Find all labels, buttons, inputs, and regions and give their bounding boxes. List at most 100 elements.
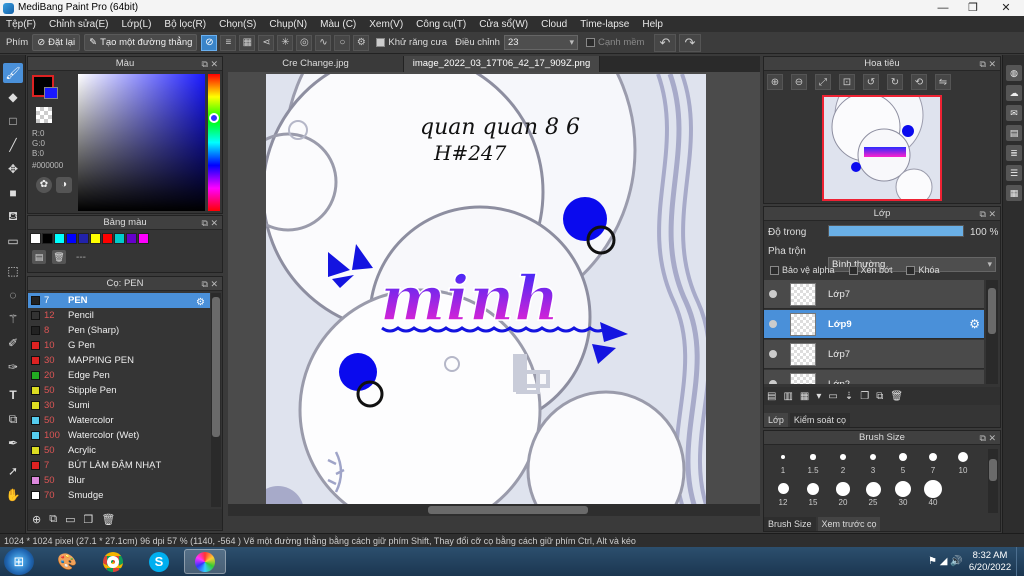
- brush-item[interactable]: 20 Edge Pen: [28, 368, 210, 383]
- brush-size-preset[interactable]: 7: [918, 449, 948, 477]
- grid-ruler-button[interactable]: ▦: [239, 34, 256, 51]
- tab-brush-size[interactable]: Brush Size: [764, 517, 816, 531]
- brush-size-preset[interactable]: 1.5: [798, 449, 828, 477]
- eyedropper-tool[interactable]: ✒: [3, 433, 23, 453]
- palette-swatch[interactable]: [30, 233, 41, 244]
- add-layer-dropdown-icon[interactable]: ▾: [816, 391, 821, 402]
- tab-layer[interactable]: Lớp: [764, 413, 788, 427]
- zoom-in-button[interactable]: ⊕: [767, 74, 783, 90]
- line-tool[interactable]: ╱: [3, 135, 23, 155]
- new-8bit-layer-icon[interactable]: ▦: [800, 391, 809, 402]
- undo-button[interactable]: ↶: [654, 34, 676, 52]
- menu-view[interactable]: Xem(V): [369, 19, 403, 30]
- select-eraser-tool[interactable]: ✑: [3, 357, 23, 377]
- canvas-area[interactable]: quan quan 8 6 H#247 minh: [228, 72, 760, 516]
- minimize-button[interactable]: —: [930, 1, 956, 15]
- reset-rotation-button[interactable]: ⟲: [911, 74, 927, 90]
- brush-item[interactable]: 12 Pencil: [28, 308, 210, 323]
- magic-wand-tool[interactable]: ⚚: [3, 309, 23, 329]
- brush-size-preset[interactable]: 12: [768, 481, 798, 509]
- brush-size-preset[interactable]: 1: [768, 449, 798, 477]
- lasso-tool[interactable]: ◌: [3, 285, 23, 305]
- layer-settings-icon[interactable]: ⚙: [969, 317, 980, 331]
- move-tool[interactable]: ✥: [3, 159, 23, 179]
- menu-window[interactable]: Cửa sổ(W): [479, 19, 528, 30]
- ruler-settings-button[interactable]: ⚙: [353, 34, 370, 51]
- palette-swatch[interactable]: [114, 233, 125, 244]
- delete-layer-icon[interactable]: 🗑: [890, 391, 903, 402]
- brush-item[interactable]: 8 Pen (Sharp): [28, 323, 210, 338]
- brush-size-preset[interactable]: 30: [888, 480, 918, 509]
- delete-color-button[interactable]: 🗑: [52, 250, 66, 264]
- hue-slider-handle[interactable]: [209, 113, 219, 123]
- straight-line-button[interactable]: ✎ Tạo một đường thẳng: [84, 34, 198, 51]
- taskbar-paint-app[interactable]: 🎨: [46, 549, 88, 574]
- brush-item[interactable]: 50 Stipple Pen: [28, 383, 210, 398]
- shape-fill-tool[interactable]: ■: [3, 183, 23, 203]
- brush-item[interactable]: 50 Watercolor: [28, 413, 210, 428]
- tab-brush-control[interactable]: Kiểm soát cọ: [789, 413, 850, 427]
- layer-row[interactable]: Lớp7: [764, 340, 984, 369]
- transparent-swatch[interactable]: [36, 107, 52, 123]
- eye-icon[interactable]: [769, 290, 777, 298]
- brush-list-scroll-thumb[interactable]: [212, 297, 220, 437]
- brush-tool[interactable]: 🖌: [3, 63, 23, 83]
- web-icon[interactable]: ◍: [1006, 65, 1022, 81]
- tab-image-png[interactable]: image_2022_03_17T06_42_17_909Z.png: [404, 56, 600, 72]
- concentric-ruler-button[interactable]: ◎: [296, 34, 313, 51]
- layer-icon[interactable]: ≣: [1006, 145, 1022, 161]
- clipping-checkbox[interactable]: [848, 265, 858, 275]
- canvas-h-scroll-thumb[interactable]: [428, 506, 588, 514]
- brush-size-scroll-thumb[interactable]: [989, 459, 997, 481]
- gradient-tool[interactable]: ▭: [3, 231, 23, 251]
- lock-checkbox[interactable]: [906, 265, 916, 275]
- brush-size-preset[interactable]: 2: [828, 449, 858, 477]
- menu-tools[interactable]: Công cụ(T): [416, 19, 466, 30]
- brush-item[interactable]: 50 Acrylic: [28, 443, 210, 458]
- palette-swatch[interactable]: [78, 233, 89, 244]
- taskbar-skype-app[interactable]: S: [138, 549, 180, 574]
- layer-row[interactable]: Lớp7: [764, 280, 984, 309]
- brush-add-icon[interactable]: ⊕: [32, 513, 41, 526]
- perspective-ruler-button[interactable]: ⋖: [258, 34, 275, 51]
- curve-ruler-button[interactable]: ∿: [315, 34, 332, 51]
- secondary-color-swatch[interactable]: [44, 87, 58, 99]
- menu-select[interactable]: Chọn(S): [219, 19, 256, 30]
- redo-button[interactable]: ↷: [679, 34, 701, 52]
- parallel-ruler-button[interactable]: ≡: [220, 34, 237, 51]
- menu-file[interactable]: Tệp(F): [6, 19, 36, 30]
- start-button[interactable]: ⊞: [4, 548, 34, 575]
- brush-copy-icon[interactable]: ⧉: [49, 513, 57, 526]
- merge-down-icon[interactable]: ⇣: [845, 391, 853, 402]
- smooth-edge-checkbox[interactable]: [585, 38, 595, 47]
- palette-swatch[interactable]: [102, 233, 113, 244]
- new-layer-icon[interactable]: ▤: [767, 391, 776, 402]
- hand-tool[interactable]: ✋: [3, 485, 23, 505]
- protect-alpha-checkbox[interactable]: [770, 265, 779, 275]
- taskbar-medibang-app[interactable]: [184, 549, 226, 574]
- eraser-tool[interactable]: ◆: [3, 87, 23, 107]
- menu-filter[interactable]: Bộ lọc(R): [164, 19, 206, 30]
- layer-list-scroll-thumb[interactable]: [988, 288, 996, 334]
- menu-cloud[interactable]: Cloud: [541, 19, 567, 30]
- palette-swatch[interactable]: [126, 233, 137, 244]
- flip-button[interactable]: ⇋: [935, 74, 951, 90]
- new-folder-icon[interactable]: ▭: [828, 391, 837, 402]
- palette-swatch[interactable]: [90, 233, 101, 244]
- menu-layer[interactable]: Lớp(L): [122, 19, 152, 30]
- layer-row[interactable]: Lớp9 ⚙: [764, 310, 984, 339]
- taskbar-chrome-app[interactable]: [92, 549, 134, 574]
- panel-menu-icon[interactable]: ⧉ ✕: [202, 216, 218, 230]
- panel-menu-icon[interactable]: ⧉ ✕: [980, 431, 996, 445]
- tray-icons[interactable]: ⚑ ◢ 🔊: [928, 556, 963, 567]
- palette-swatch[interactable]: [54, 233, 65, 244]
- brush-size-preset[interactable]: 10: [948, 449, 978, 477]
- hue-slider[interactable]: [208, 74, 220, 211]
- new-halftone-layer-icon[interactable]: ▥: [783, 391, 792, 402]
- brush-item[interactable]: 30 Sumi: [28, 398, 210, 413]
- eye-icon[interactable]: [769, 320, 777, 328]
- saturation-value-picker[interactable]: [78, 74, 205, 211]
- eye-icon[interactable]: [769, 350, 777, 358]
- text-tool[interactable]: T: [3, 385, 23, 405]
- tab-cre-change[interactable]: Cre Change.jpg: [228, 56, 404, 72]
